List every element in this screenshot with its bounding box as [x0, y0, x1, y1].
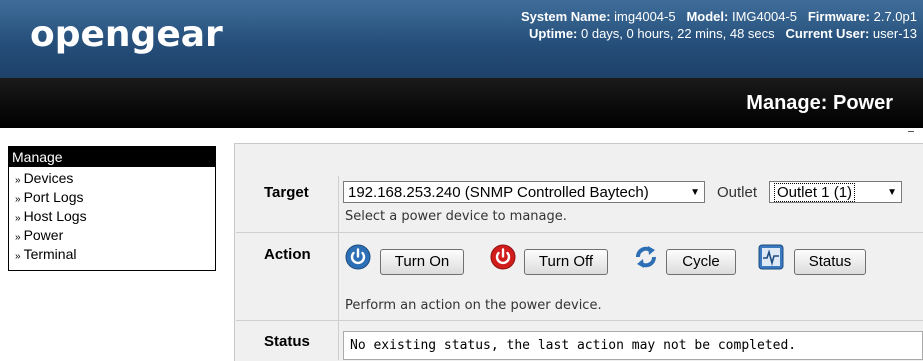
sidebar-manage-menu: Manage » Devices » Port Logs » Host Logs » P… — [8, 146, 216, 271]
status-label: Status — [264, 333, 310, 350]
firmware-label: Firmware: — [807, 9, 870, 24]
power-off-icon[interactable] — [490, 244, 516, 270]
sidebar-item-label: Power — [23, 227, 64, 243]
sidebar-item-port-logs[interactable]: » Port Logs — [9, 188, 215, 207]
scroll-indicator — [908, 131, 914, 132]
status-output: No existing status, the last action may … — [343, 331, 923, 360]
firmware: 2.7.0p1 — [873, 9, 917, 24]
current-user-label: Current User: — [785, 26, 870, 41]
uptime: 0 days, 0 hours, 22 mins, 48 secs — [581, 26, 775, 41]
sidebar-item-power[interactable]: » Power — [9, 226, 215, 245]
action-hint: Perform an action on the power device. — [345, 298, 602, 313]
system-info: System Name: img4004-5 Model: IMG4004-5 … — [521, 8, 917, 42]
system-name: img4004-5 — [614, 9, 676, 24]
double-chevron-icon: » — [15, 251, 21, 262]
target-hint: Select a power device to manage. — [345, 209, 567, 224]
current-user: user-13 — [872, 26, 917, 41]
cycle-icon[interactable] — [633, 244, 659, 270]
sidebar-item-label: Devices — [23, 170, 74, 186]
action-label: Action — [264, 246, 311, 263]
form-column-divider — [338, 176, 339, 360]
dropdown-arrow-icon: ▼ — [690, 187, 700, 198]
target-label: Target — [264, 184, 309, 201]
row-divider — [236, 232, 923, 233]
opengear-logo: opengear — [30, 14, 223, 55]
header-bar: opengear System Name: img4004-5 Model: I… — [0, 0, 923, 78]
turn-off-button[interactable]: Turn Off — [524, 249, 608, 275]
target-device-select[interactable]: 192.168.253.240 (SNMP Controlled Baytech… — [343, 181, 705, 203]
model: IMG4004-5 — [731, 9, 798, 24]
outlet-value: Outlet 1 (1) — [774, 183, 856, 202]
sidebar-item-label: Host Logs — [23, 208, 87, 224]
double-chevron-icon: » — [15, 232, 21, 243]
double-chevron-icon: » — [15, 175, 21, 186]
dropdown-arrow-icon: ▼ — [887, 187, 897, 198]
system-name-label: System Name: — [520, 9, 611, 24]
sidebar-item-devices[interactable]: » Devices — [9, 169, 215, 188]
sidebar-item-host-logs[interactable]: » Host Logs — [9, 207, 215, 226]
power-on-icon[interactable] — [345, 244, 371, 270]
target-device-value: 192.168.253.240 (SNMP Controlled Baytech… — [348, 184, 649, 201]
cycle-button[interactable]: Cycle — [666, 249, 736, 275]
sidebar-heading: Manage — [9, 147, 215, 167]
outlet-select[interactable]: Outlet 1 (1) ▼ — [769, 181, 902, 203]
double-chevron-icon: » — [15, 213, 21, 224]
outlet-label: Outlet — [717, 184, 758, 201]
status-monitor-icon[interactable] — [758, 244, 784, 270]
turn-on-button[interactable]: Turn On — [380, 249, 464, 275]
uptime-label: Uptime: — [528, 26, 578, 41]
sidebar-item-label: Terminal — [23, 246, 77, 262]
sidebar-item-terminal[interactable]: » Terminal — [9, 245, 215, 264]
sidebar-item-label: Port Logs — [23, 189, 84, 205]
row-divider — [236, 320, 923, 321]
model-label: Model: — [686, 9, 729, 24]
double-chevron-icon: » — [15, 194, 21, 205]
status-button[interactable]: Status — [794, 249, 866, 275]
page-title: Manage: Power — [746, 92, 893, 114]
